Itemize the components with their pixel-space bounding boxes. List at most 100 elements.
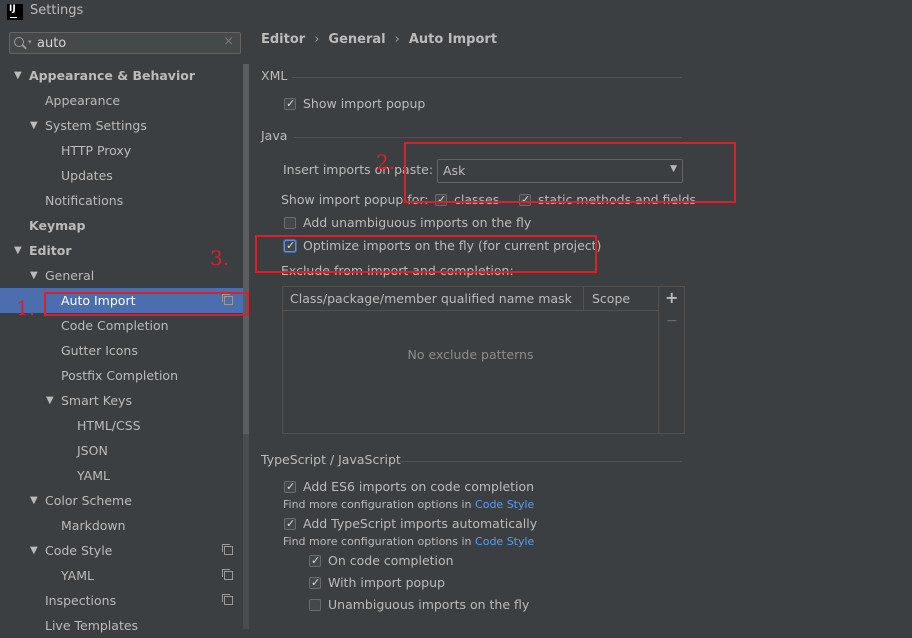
copy-icon <box>222 594 233 605</box>
column-mask[interactable]: Class/package/member qualified name mask <box>290 287 572 310</box>
tree-item[interactable]: ▼ Appearance & Behavior <box>0 63 243 88</box>
breadcrumb: Editor › General › Auto Import <box>261 32 497 47</box>
column-divider <box>583 287 584 310</box>
tree-item[interactable]: HTTP Proxy <box>0 138 243 163</box>
expand-arrow-icon[interactable]: ▼ <box>14 63 22 88</box>
ts-imports-checkbox[interactable]: Add TypeScript imports automatically <box>284 514 537 534</box>
breadcrumb-current: Auto Import <box>408 32 498 47</box>
tree-item[interactable]: Code Completion <box>0 313 243 338</box>
tree-item[interactable]: Live Templates <box>0 613 243 638</box>
annotation-number-2: 2. <box>376 150 396 174</box>
es6-imports-checkbox[interactable]: Add ES6 imports on code completion <box>284 477 534 497</box>
title-bar: IJ Settings <box>0 0 912 24</box>
tree-item[interactable]: Gutter Icons <box>0 338 243 363</box>
tree-item-label: YAML <box>77 468 110 483</box>
expand-arrow-icon[interactable]: ▼ <box>30 538 38 563</box>
tree-item[interactable]: ▼ Code Style <box>0 538 243 563</box>
section-ts-title: TypeScript / JavaScript <box>261 452 401 467</box>
tree-item-label: Code Completion <box>61 318 169 333</box>
tree-item[interactable]: Inspections <box>0 588 243 613</box>
xml-show-import-popup[interactable]: Show import popup <box>284 94 425 114</box>
tree-item-label: Gutter Icons <box>61 343 138 358</box>
copy-icon <box>222 569 233 580</box>
tree-item[interactable]: Keymap <box>0 213 243 238</box>
expand-arrow-icon[interactable]: ▼ <box>30 113 38 138</box>
tree-item-label: Postfix Completion <box>61 368 178 383</box>
ts-unambiguous-checkbox[interactable]: Unambiguous imports on the fly <box>309 595 529 615</box>
hint-row-2: Find more configuration options in Code … <box>283 535 535 548</box>
annotation-number-3: 3. <box>210 246 230 270</box>
tree-item-label: Appearance & Behavior <box>29 68 195 83</box>
table-empty-text: No exclude patterns <box>407 347 534 362</box>
tree-item[interactable]: Markdown <box>0 513 243 538</box>
copy-icon <box>222 544 233 555</box>
tree-item[interactable]: HTML/CSS <box>0 413 243 438</box>
tree-item[interactable]: Postfix Completion <box>0 363 243 388</box>
code-style-link[interactable]: Code Style <box>475 498 534 511</box>
tree-item[interactable]: Updates <box>0 163 243 188</box>
tree-item[interactable]: ▼ Color Scheme <box>0 488 243 513</box>
tree-item-label: Updates <box>61 168 113 183</box>
checkbox[interactable] <box>309 573 321 593</box>
annotation-box-1 <box>44 292 249 316</box>
section-xml-title: XML <box>261 68 288 83</box>
tree-item[interactable]: YAML <box>0 563 243 588</box>
tree-item[interactable]: Appearance <box>0 88 243 113</box>
settings-tree: ▼ Appearance & Behavior Appearance ▼ System … <box>0 63 243 638</box>
tree-item-label: General <box>45 268 95 283</box>
tree-item-label: System Settings <box>45 118 147 133</box>
search-box[interactable]: ▾ × <box>9 32 241 54</box>
search-input[interactable] <box>37 34 217 52</box>
checkbox[interactable] <box>284 477 296 497</box>
remove-pattern-button[interactable]: − <box>666 313 678 329</box>
checkbox[interactable] <box>284 217 296 229</box>
tree-item[interactable]: ▼ Editor <box>0 238 243 263</box>
tree-item-label: Appearance <box>45 93 121 108</box>
checkbox[interactable] <box>284 94 296 114</box>
tree-item-label: Editor <box>29 243 72 258</box>
on-completion-checkbox[interactable]: On code completion <box>309 551 454 571</box>
tree-item-label: YAML <box>61 568 94 583</box>
tree-item[interactable]: ▼ General <box>0 263 243 288</box>
expand-arrow-icon[interactable]: ▼ <box>30 263 38 288</box>
section-divider <box>292 77 682 78</box>
tree-item-label: Code Style <box>45 543 113 558</box>
checkbox[interactable] <box>309 599 321 611</box>
search-icon[interactable] <box>14 37 24 47</box>
annotation-box-2 <box>404 142 736 203</box>
search-options-icon[interactable]: ▾ <box>28 38 32 46</box>
section-java-title: Java <box>261 128 288 143</box>
section-divider <box>400 461 682 462</box>
tree-item[interactable]: ▼ System Settings <box>0 113 243 138</box>
annotation-number-1: 1. <box>16 296 36 320</box>
tree-item-label: Live Templates <box>45 618 139 633</box>
tree-item-label: Color Scheme <box>45 493 132 508</box>
exclude-table[interactable]: Class/package/member qualified name mask… <box>282 286 659 434</box>
annotation-box-3 <box>255 235 597 273</box>
clear-search-icon[interactable]: × <box>223 34 234 49</box>
chevron-right-icon: › <box>314 32 320 47</box>
section-divider <box>294 137 682 138</box>
sidebar-scrollbar-thumb[interactable] <box>243 64 249 434</box>
tree-item[interactable]: JSON <box>0 438 243 463</box>
tree-item[interactable]: ▼ Smart Keys <box>0 388 243 413</box>
column-scope[interactable]: Scope <box>592 287 630 310</box>
tree-item-label: Keymap <box>29 218 86 233</box>
with-popup-checkbox[interactable]: With import popup <box>309 573 445 593</box>
checkbox[interactable] <box>284 514 296 534</box>
code-style-link[interactable]: Code Style <box>475 535 534 548</box>
expand-arrow-icon[interactable]: ▼ <box>46 388 54 413</box>
tree-item[interactable]: YAML <box>0 463 243 488</box>
tree-item[interactable]: Notifications <box>0 188 243 213</box>
chevron-right-icon: › <box>394 32 400 47</box>
add-pattern-button[interactable]: + <box>665 288 678 307</box>
tree-item-label: Inspections <box>45 593 117 608</box>
window-title: Settings <box>30 3 84 18</box>
expand-arrow-icon[interactable]: ▼ <box>30 488 38 513</box>
expand-arrow-icon[interactable]: ▼ <box>14 238 22 263</box>
breadcrumb-editor: Editor <box>261 32 306 47</box>
checkbox[interactable] <box>309 551 321 571</box>
tree-item-label: JSON <box>77 443 108 458</box>
add-unambiguous-checkbox[interactable]: Add unambiguous imports on the fly <box>284 213 531 233</box>
table-header: Class/package/member qualified name mask… <box>283 287 658 311</box>
